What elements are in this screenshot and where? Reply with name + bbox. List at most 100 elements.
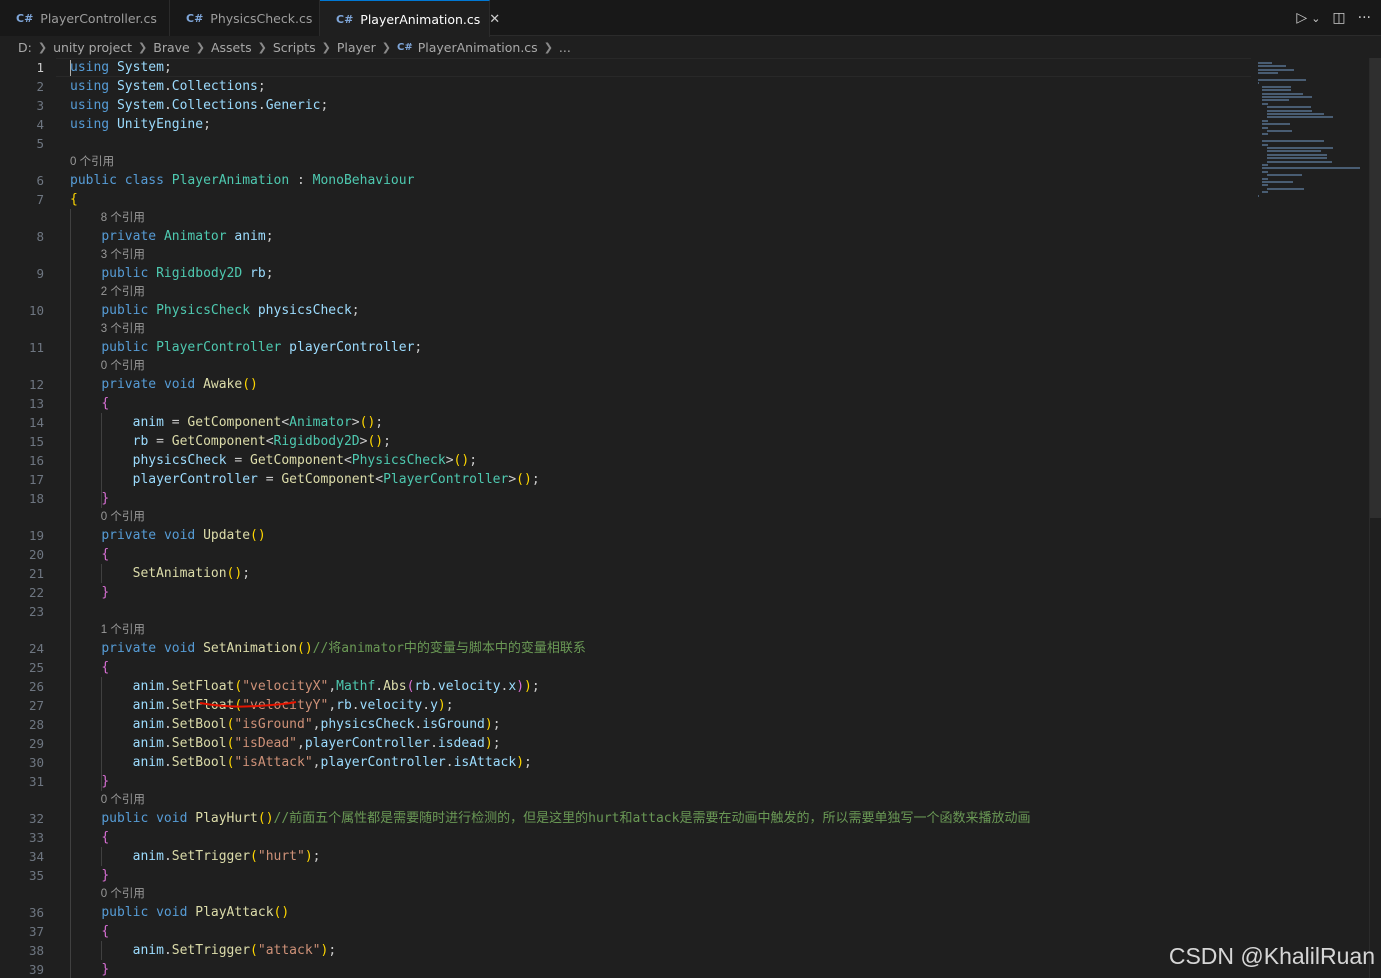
- minimap-line: [1266, 187, 1305, 190]
- line-number: 14: [28, 415, 44, 430]
- code-line[interactable]: }: [70, 960, 109, 978]
- codelens-references[interactable]: 0 个引用: [101, 358, 145, 374]
- minimap-line: [1266, 147, 1333, 149]
- codelens-references[interactable]: 1 个引用: [101, 622, 145, 638]
- line-number: 21: [28, 566, 44, 581]
- minimap-line: [1266, 157, 1328, 160]
- codelens-references[interactable]: 0 个引用: [101, 509, 145, 525]
- line-number: 29: [28, 736, 44, 751]
- tab-playercontroller[interactable]: C# PlayerController.cs: [0, 0, 170, 36]
- code-line[interactable]: anim.SetBool("isGround",physicsCheck.isG…: [70, 715, 501, 734]
- code-line[interactable]: private Animator anim;: [70, 227, 273, 246]
- chevron-right-icon: ❯: [195, 41, 205, 54]
- code-line[interactable]: public void PlayAttack(): [70, 903, 289, 922]
- line-number: 30: [28, 755, 44, 770]
- more-actions-icon[interactable]: ···: [1358, 10, 1371, 26]
- breadcrumb-item[interactable]: unity project: [53, 40, 132, 55]
- code-line[interactable]: private void SetAnimation()//将animator中的…: [70, 639, 586, 658]
- code-line[interactable]: }: [70, 772, 109, 791]
- tab-label: PhysicsCheck.cs: [210, 10, 313, 26]
- line-number: 23: [28, 604, 44, 619]
- minimap-line: [1266, 106, 1311, 109]
- breadcrumb-item[interactable]: D:: [18, 40, 32, 55]
- codelens-references[interactable]: 3 个引用: [101, 247, 145, 263]
- minimap-line: [1262, 92, 1304, 95]
- code-line[interactable]: }: [70, 866, 109, 885]
- code-line[interactable]: public class PlayerAnimation : MonoBehav…: [70, 171, 414, 190]
- codelens-references[interactable]: 0 个引用: [70, 154, 114, 170]
- scrollbar-thumb[interactable]: [1370, 58, 1381, 518]
- code-line[interactable]: using UnityEngine;: [70, 115, 211, 134]
- code-line[interactable]: public void PlayHurt()//前面五个属性都是需要随时进行检测…: [70, 809, 1030, 828]
- breadcrumb-item[interactable]: Assets: [211, 40, 252, 55]
- code-line[interactable]: anim = GetComponent<Animator>();: [70, 413, 383, 432]
- code-line[interactable]: anim.SetTrigger("hurt");: [70, 847, 321, 866]
- minimap-line: [1262, 123, 1290, 126]
- code-line[interactable]: anim.SetBool("isDead",playerController.i…: [70, 734, 501, 753]
- split-editor-icon[interactable]: ◫: [1332, 10, 1345, 26]
- minimap-line: [1262, 167, 1361, 170]
- minimap-line: [1258, 72, 1278, 75]
- code-line[interactable]: private void Update(): [70, 526, 265, 545]
- code-line[interactable]: SetAnimation();: [70, 564, 250, 583]
- code-line[interactable]: {: [70, 394, 109, 413]
- code-line[interactable]: anim.SetFloat("velocityX",Mathf.Abs(rb.v…: [70, 677, 540, 696]
- code-line[interactable]: public Rigidbody2D rb;: [70, 264, 273, 283]
- code-line[interactable]: anim.SetTrigger("attack");: [70, 941, 337, 960]
- line-number: 5: [36, 136, 44, 151]
- chevron-right-icon: ❯: [37, 41, 48, 54]
- code-line[interactable]: }: [70, 583, 109, 602]
- code-line[interactable]: {: [70, 922, 109, 941]
- line-number: 22: [28, 585, 44, 600]
- code-line[interactable]: {: [70, 190, 78, 209]
- minimap-line: [1266, 153, 1328, 156]
- line-number: 20: [28, 547, 44, 562]
- breadcrumb-item[interactable]: Scripts: [273, 40, 316, 55]
- csharp-file-icon: C#: [396, 42, 413, 53]
- codelens-references[interactable]: 0 个引用: [101, 886, 145, 902]
- code-line[interactable]: private void Awake(): [70, 375, 258, 394]
- line-number-gutter: 1 2 3 4 5 6 7 8 9 10 11 12 13 14 15 16 17 18 19 20 21 22 23 24 2…: [0, 58, 56, 978]
- code-line[interactable]: {: [70, 658, 109, 677]
- code-line[interactable]: using System.Collections.Generic;: [70, 96, 328, 115]
- code-line[interactable]: playerController = GetComponent<PlayerCo…: [70, 470, 540, 489]
- minimap-line: [1258, 82, 1260, 85]
- breadcrumb-item[interactable]: PlayerAnimation.cs: [418, 40, 538, 55]
- code-line[interactable]: rb = GetComponent<Rigidbody2D>();: [70, 432, 391, 451]
- code-area[interactable]: using System; using System.Collections; us…: [70, 58, 1250, 978]
- chevron-right-icon: ❯: [138, 41, 148, 54]
- line-number: 37: [28, 924, 44, 939]
- minimap-line: [1266, 130, 1293, 132]
- code-line[interactable]: {: [70, 545, 109, 564]
- code-line[interactable]: using System;: [70, 58, 172, 77]
- code-line[interactable]: }: [70, 489, 109, 508]
- breadcrumb-item[interactable]: Player: [337, 40, 376, 55]
- line-number: 11: [28, 340, 44, 355]
- breadcrumb-item[interactable]: Brave: [153, 40, 189, 55]
- codelens-references[interactable]: 2 个引用: [101, 284, 145, 300]
- code-line[interactable]: public PlayerController playerController…: [70, 338, 422, 357]
- line-number: 28: [28, 717, 44, 732]
- line-number: 12: [28, 377, 44, 392]
- code-line[interactable]: public PhysicsCheck physicsCheck;: [70, 301, 359, 320]
- minimap-line: [1258, 62, 1273, 64]
- minimap[interactable]: [1254, 58, 1370, 978]
- codelens-references[interactable]: 0 个引用: [101, 792, 145, 808]
- codelens-references[interactable]: 3 个引用: [101, 321, 145, 337]
- chevron-down-icon[interactable]: ⌄: [1311, 12, 1320, 25]
- code-line[interactable]: physicsCheck = GetComponent<PhysicsCheck…: [70, 451, 477, 470]
- code-line[interactable]: using System.Collections;: [70, 77, 266, 96]
- code-line[interactable]: {: [70, 828, 109, 847]
- code-line[interactable]: anim.SetBool("isAttack",playerController…: [70, 753, 532, 772]
- tab-playeranimation[interactable]: C# PlayerAnimation.cs ✕: [320, 0, 500, 37]
- tab-physicscheck[interactable]: C# PhysicsCheck.cs: [170, 0, 320, 36]
- close-icon[interactable]: ✕: [489, 12, 500, 27]
- code-editor[interactable]: 1 2 3 4 5 6 7 8 9 10 11 12 13 14 15 16 17 18 19 20 21 22 23 24 2…: [0, 58, 1381, 978]
- minimap-line: [1258, 194, 1260, 197]
- line-number: 3: [36, 98, 44, 113]
- minimap-line: [1262, 143, 1268, 146]
- run-icon[interactable]: ▷: [1296, 10, 1307, 26]
- breadcrumb-item[interactable]: ...: [559, 40, 571, 55]
- csharp-file-icon: C#: [336, 12, 354, 26]
- codelens-references[interactable]: 8 个引用: [101, 210, 145, 226]
